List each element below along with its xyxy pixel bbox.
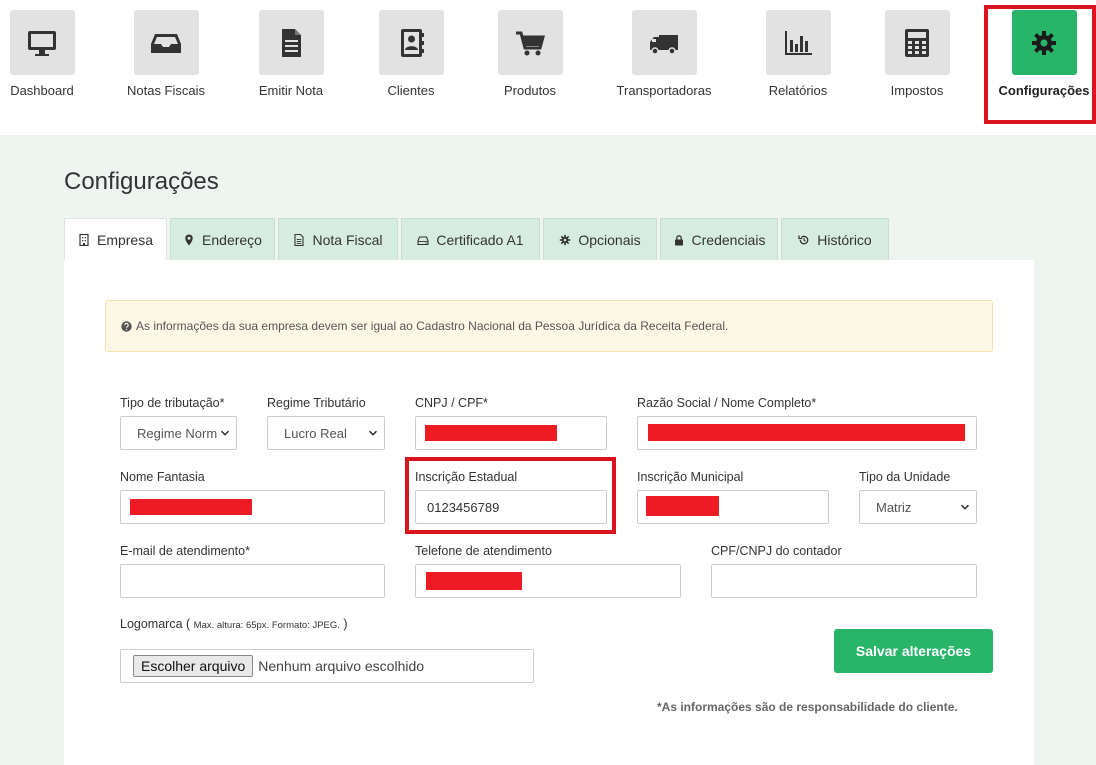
alert-text: As informações da sua empresa devem ser … [136, 319, 729, 333]
nav-label: Notas Fiscais [126, 83, 206, 98]
disclaimer-text: *As informações são de responsabilidade … [657, 700, 958, 714]
inscricao-municipal-label: Inscrição Municipal [637, 470, 744, 484]
email-input[interactable] [120, 564, 385, 598]
redacted-block [648, 424, 965, 441]
info-alert: As informações da sua empresa devem ser … [105, 300, 993, 352]
lock-icon [674, 234, 683, 245]
logomarca-label: Logomarca ( Max. altura: 65px. Formato: … [120, 617, 348, 631]
tab-label: Nota Fiscal [312, 231, 383, 248]
redacted-block [646, 496, 719, 516]
chevron-down-icon [368, 430, 378, 436]
nav-label: Produtos [503, 83, 557, 98]
page-title: Configurações [64, 168, 219, 195]
redacted-block [130, 499, 252, 515]
tab-label: Endereço [202, 231, 262, 248]
nav-transportadoras[interactable]: Transportadoras [609, 10, 719, 98]
monitor-icon [9, 10, 75, 75]
question-circle-icon [121, 320, 132, 332]
tab-label: Certificado A1 [436, 231, 524, 248]
empresa-panel: As informações da sua empresa devem ser … [64, 260, 1034, 765]
main-content: Configurações Empresa Endereço Nota Fisc… [0, 135, 1096, 765]
nav-dashboard[interactable]: Dashboard [0, 10, 97, 98]
tab-label: Credenciais [691, 231, 766, 248]
chevron-down-icon [220, 430, 230, 436]
tipo-tributacao-value: Regime Normal [137, 425, 217, 441]
redacted-block [426, 572, 522, 590]
save-button[interactable]: Salvar alterações [834, 629, 993, 673]
top-navigation: Dashboard Notas Fiscais Emitir Nota Clie… [0, 0, 1096, 135]
tab-label: Empresa [96, 232, 154, 248]
logomarca-hint: Max. altura: 65px. Formato: JPEG. [193, 620, 340, 631]
choose-file-button[interactable]: Escolher arquivo [133, 655, 254, 677]
redacted-block [425, 425, 557, 441]
gear-icon [560, 234, 571, 245]
nav-produtos[interactable]: Produtos [475, 10, 585, 98]
drive-icon [417, 235, 429, 245]
nav-label: Relatórios [768, 83, 828, 98]
telefone-label: Telefone de atendimento [415, 544, 552, 558]
file-status: Nenhum arquivo escolhido [258, 658, 425, 674]
tab-historico[interactable]: Histórico [781, 218, 889, 260]
tab-credenciais[interactable]: Credenciais [660, 218, 778, 260]
document-icon [258, 10, 324, 75]
building-icon [79, 234, 89, 246]
nav-label: Dashboard [10, 83, 74, 98]
truck-icon [631, 10, 697, 75]
cpf-contador-label: CPF/CNPJ do contador [711, 544, 842, 558]
file-text-icon [294, 233, 305, 246]
inbox-icon [133, 10, 199, 75]
nav-impostos[interactable]: Impostos [862, 10, 972, 98]
tab-certificado-a1[interactable]: Certificado A1 [401, 218, 540, 260]
tab-empresa[interactable]: Empresa [64, 218, 167, 261]
nav-label: Impostos [890, 83, 944, 98]
email-label: E-mail de atendimento* [120, 544, 250, 558]
nav-label: Transportadoras [616, 83, 712, 98]
cpf-contador-input[interactable] [711, 564, 977, 598]
tipo-unidade-select[interactable]: Matriz [859, 490, 977, 524]
razao-social-label: Razão Social / Nome Completo* [637, 396, 817, 410]
nav-notas-fiscais[interactable]: Notas Fiscais [111, 10, 221, 98]
regime-tributario-select[interactable]: Lucro Real [267, 416, 385, 450]
tipo-tributacao-label: Tipo de tributação* [120, 396, 225, 410]
nome-fantasia-label: Nome Fantasia [120, 470, 205, 484]
tab-endereco[interactable]: Endereço [170, 218, 275, 260]
active-nav-highlight [984, 5, 1096, 124]
logomarca-label-close: ) [343, 617, 348, 631]
bar-chart-icon [765, 10, 831, 75]
logomarca-label-text: Logomarca ( [120, 617, 191, 631]
nav-label: Emitir Nota [258, 83, 324, 98]
tipo-tributacao-select[interactable]: Regime Normal [120, 416, 237, 450]
map-marker-icon [185, 234, 193, 245]
tab-label: Opcionais [578, 231, 641, 248]
nav-relatorios[interactable]: Relatórios [743, 10, 853, 98]
regime-tributario-label: Regime Tributário [267, 396, 366, 410]
history-icon [798, 235, 809, 244]
tab-label: Histórico [817, 231, 872, 248]
contact-book-icon [378, 10, 444, 75]
tab-opcionais[interactable]: Opcionais [543, 218, 657, 260]
chevron-down-icon [960, 504, 970, 510]
nav-emitir-nota[interactable]: Emitir Nota [236, 10, 346, 98]
cnpj-cpf-label: CNPJ / CPF* [415, 396, 488, 410]
nav-label: Clientes [387, 83, 435, 98]
logomarca-file-input[interactable]: Escolher arquivo Nenhum arquivo escolhid… [120, 649, 534, 683]
shopping-cart-icon [497, 10, 563, 75]
inscricao-estadual-highlight [405, 457, 616, 534]
tipo-unidade-value: Matriz [876, 499, 912, 515]
calculator-icon [884, 10, 950, 75]
tab-nota-fiscal[interactable]: Nota Fiscal [278, 218, 398, 260]
regime-tributario-value: Lucro Real [284, 425, 347, 441]
nav-clientes[interactable]: Clientes [356, 10, 466, 98]
tipo-unidade-label: Tipo da Unidade [859, 470, 951, 484]
